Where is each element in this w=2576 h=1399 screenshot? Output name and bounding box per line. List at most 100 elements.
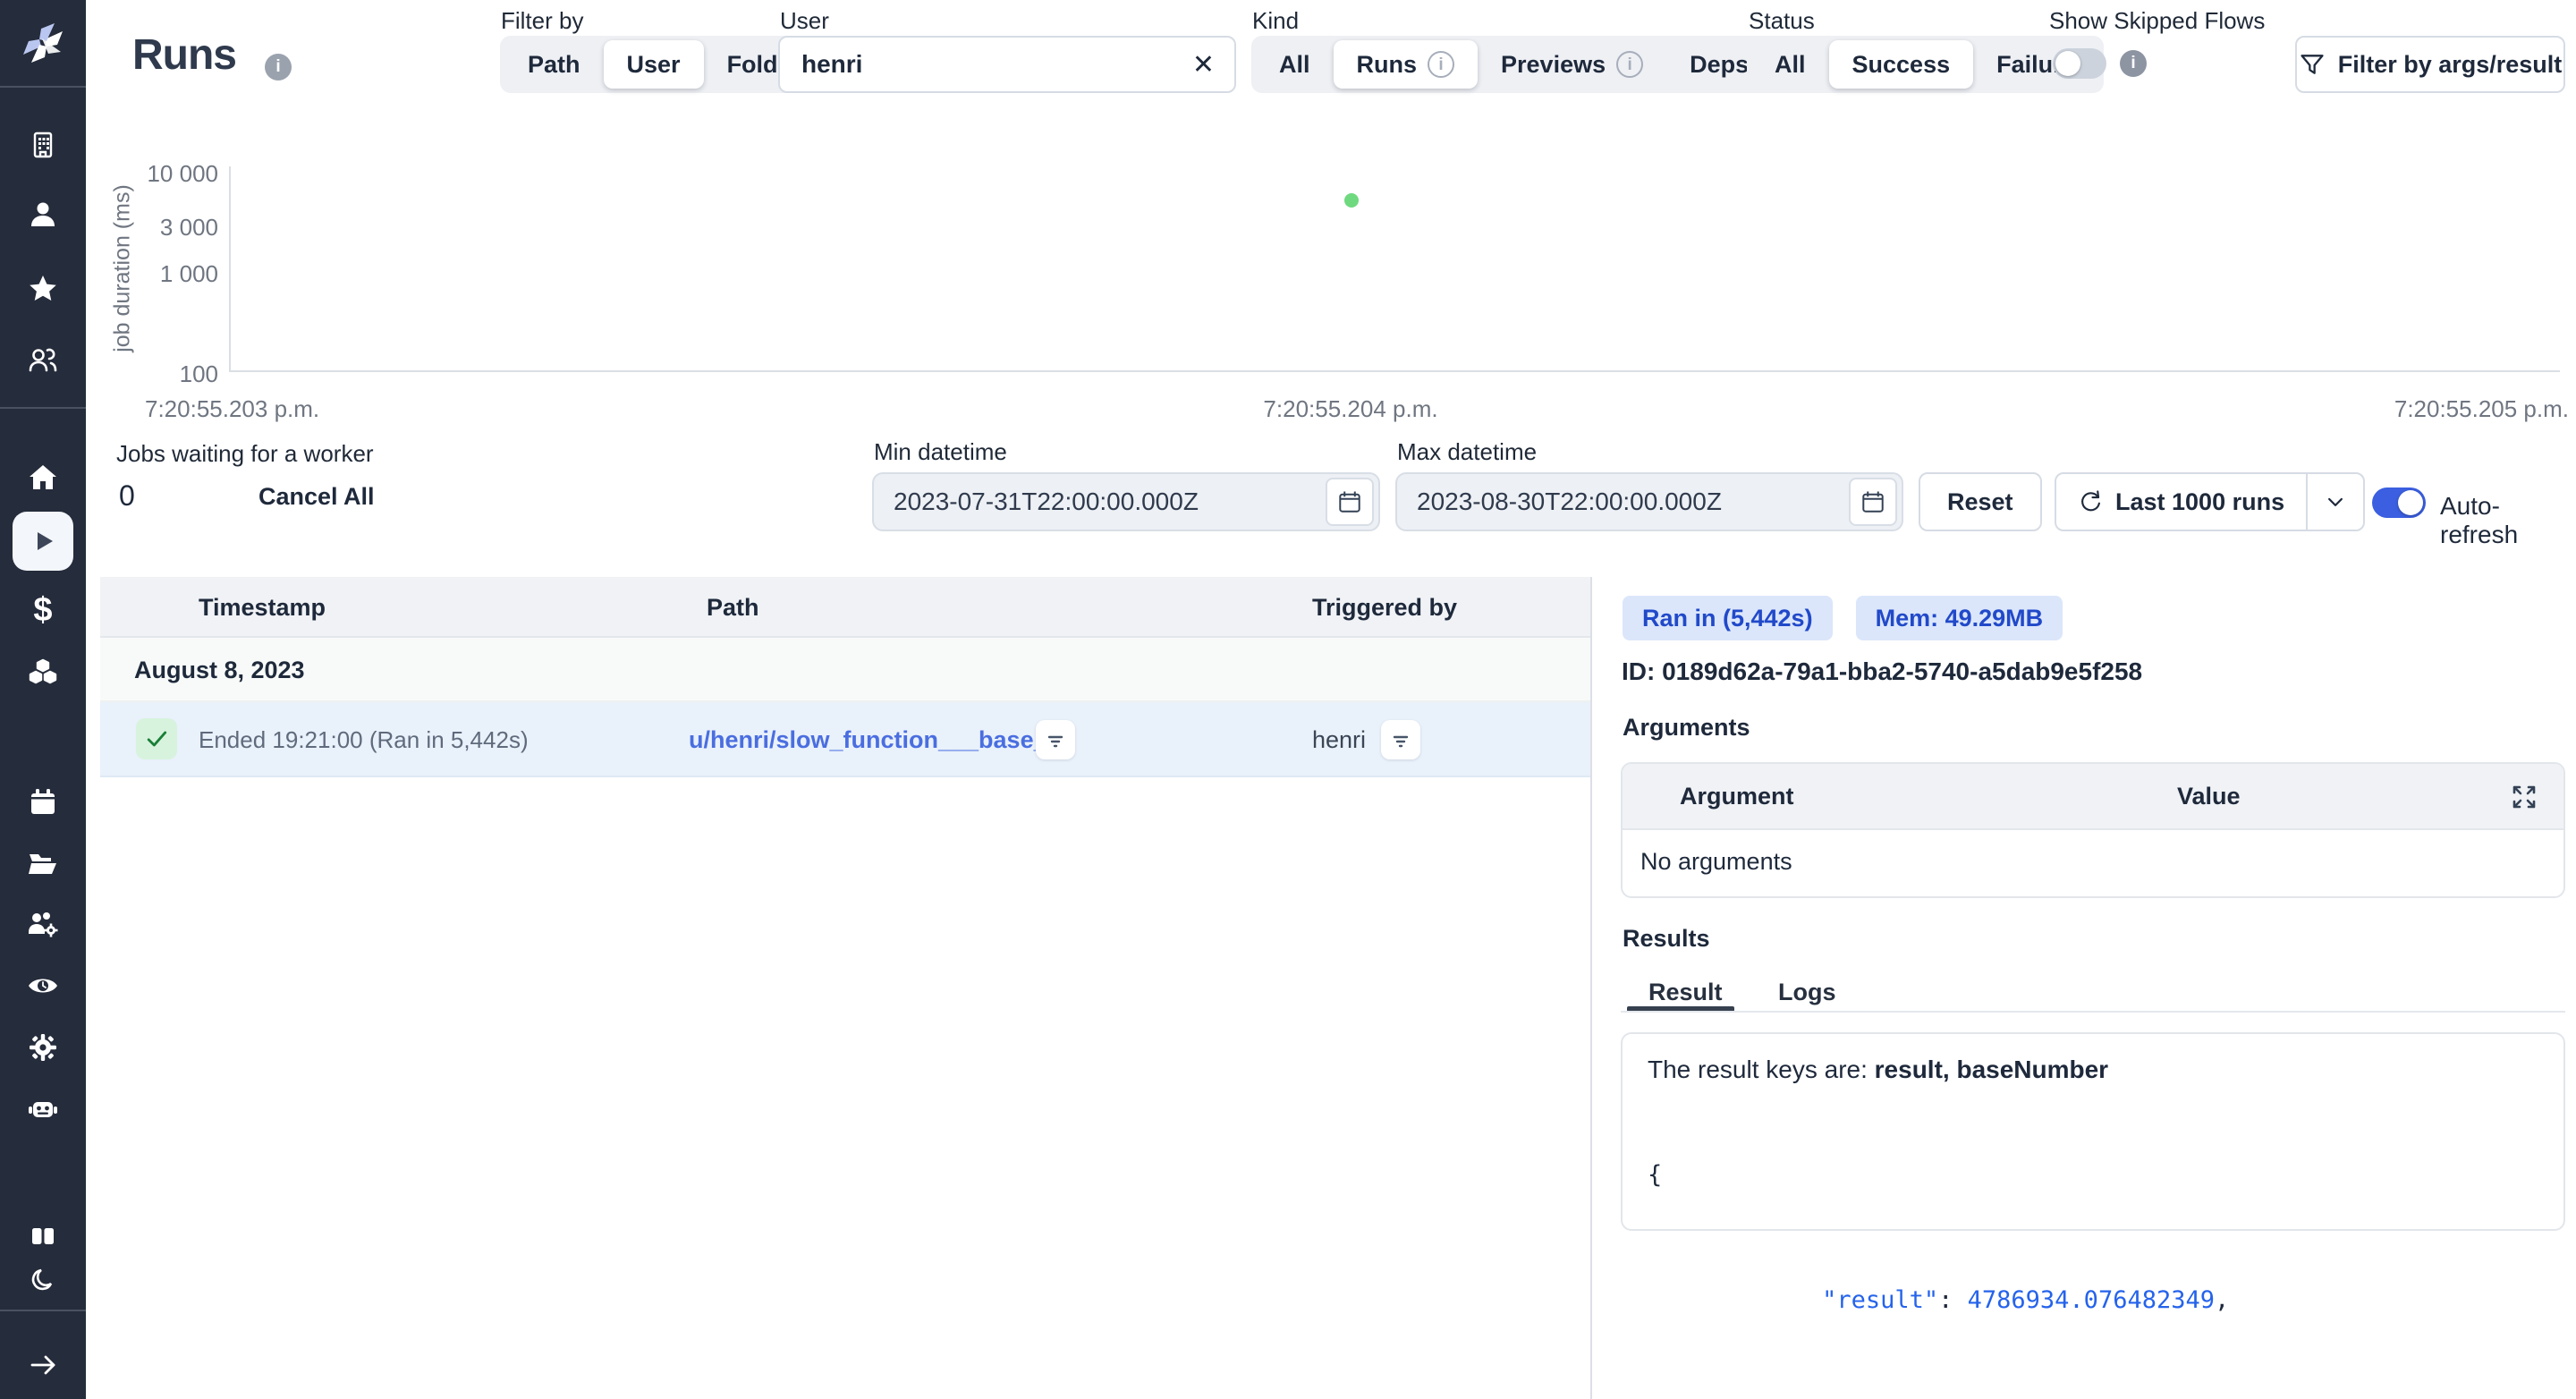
filter-lines-icon [1390,729,1411,750]
arrow-right-icon [28,1350,58,1380]
sidebar-item-docs[interactable] [0,1220,86,1252]
arrows-expand-icon [2509,782,2539,812]
group-date: August 8, 2023 [134,657,305,683]
chart-ytick: 1 000 [98,260,218,288]
moon-icon [29,1267,57,1295]
expand-button[interactable] [2506,779,2542,815]
chart-y-axis [229,166,231,372]
sidebar-item-audit-logs[interactable] [0,970,86,1002]
status-option-all[interactable]: All [1751,40,1829,89]
ran-in-badge: Ran in (5,442s) [1623,596,1833,640]
chart-xtick: 7:20:55.203 p.m. [145,395,319,423]
funnel-icon [2299,51,2326,78]
gear-icon [27,1031,59,1064]
person-icon [28,199,58,230]
status-label: Status [1749,7,1815,35]
table-header: Timestamp Path Triggered by [100,577,1590,638]
tab-logs[interactable]: Logs [1778,979,1836,1006]
min-datetime-input[interactable]: 2023-07-31T22:00:00.000Z [872,472,1380,531]
sidebar-item-schedules[interactable] [0,786,86,818]
eye-icon [26,969,60,1003]
sidebar-item-resources[interactable] [0,657,86,691]
sidebar-item-variables[interactable]: $ [0,592,86,628]
jobs-waiting-label: Jobs waiting for a worker [116,440,374,468]
calendar-picker-button[interactable] [1326,478,1374,526]
result-json: { "result": 4786934.076482349, "baseNumb… [1648,1097,2538,1399]
play-icon [28,526,58,556]
page-title: Runs [132,30,236,80]
cubes-icon [26,657,60,691]
sidebar-item-workers[interactable] [0,909,86,941]
sidebar-item-runs-active[interactable] [13,512,73,571]
min-datetime-label: Min datetime [874,438,1007,466]
sidebar: $ [0,0,86,1399]
book-icon [28,1221,58,1251]
kind-option-runs[interactable]: Runs i [1334,40,1479,89]
results-title: Results [1623,925,1710,953]
filter-by-label: Filter by [501,7,583,35]
filter-args-button[interactable]: Filter by args/result [2295,36,2565,93]
kind-option-previews[interactable]: Previews i [1478,40,1666,89]
home-icon [28,462,58,493]
path-filter-button[interactable] [1036,720,1075,759]
argument-column: Argument [1680,764,1794,828]
max-datetime-input[interactable]: 2023-08-30T22:00:00.000Z [1395,472,1903,531]
show-skipped-toggle[interactable] [2053,48,2106,79]
info-icon[interactable]: i [265,54,292,81]
filter-by-option-path[interactable]: Path [504,40,604,89]
sidebar-item-dark-mode[interactable] [0,1265,86,1297]
chevron-down-icon [2324,490,2347,513]
result-summary: The result keys are: result, baseNumber [1648,1056,2538,1084]
sidebar-item-ai[interactable] [0,1094,86,1126]
status-option-success[interactable]: Success [1829,40,1974,89]
calendar-icon [1860,489,1885,514]
windmill-logo-icon [20,19,66,65]
user-input[interactable]: henri ✕ [778,36,1236,93]
memory-badge: Mem: 49.29MB [1856,596,2063,640]
result-keys: result, baseNumber [1875,1056,2108,1083]
tabs-divider [1621,1011,2565,1013]
table-row[interactable]: Ended 19:21:00 (Ran in 5,442s) u/henri/s… [100,702,1590,777]
sidebar-item-groups[interactable] [0,344,86,377]
filter-args-button-label: Filter by args/result [2338,51,2563,79]
sidebar-item-folders[interactable] [0,847,86,879]
info-icon[interactable]: i [2120,50,2147,77]
calendar-picker-button[interactable] [1849,478,1897,526]
filter-by-option-user[interactable]: User [604,40,704,89]
chart-xtick: 7:20:55.204 p.m. [1263,395,1437,423]
jobs-waiting-count: 0 [119,479,135,513]
calendar-icon [28,787,58,818]
no-arguments-text: No arguments [1623,830,2563,876]
chart-ytick: 100 [98,360,218,388]
sidebar-item-favorites[interactable] [0,273,86,305]
reset-button[interactable]: Reset [1919,472,2042,531]
filter-lines-icon [1045,729,1066,750]
sidebar-divider [0,407,86,409]
kind-option-all[interactable]: All [1256,40,1334,89]
kind-segmented: All Runs i Previews i Deps i [1251,36,1814,93]
json-key: "result" [1764,1286,1938,1314]
kind-label: Kind [1252,7,1299,35]
clear-icon[interactable]: ✕ [1192,49,1215,81]
sidebar-item-logo[interactable] [0,16,86,68]
sidebar-expand-button[interactable] [0,1349,86,1381]
sidebar-item-workspace[interactable] [0,129,86,161]
sidebar-item-home[interactable] [0,462,86,494]
cancel-all-button[interactable]: Cancel All [258,483,375,511]
result-viewer: The result keys are: result, baseNumber … [1621,1032,2565,1231]
building-icon [28,130,58,160]
auto-refresh-toggle[interactable] [2372,488,2426,518]
run-path-link[interactable]: u/henri/slow_function___base_11 [689,702,1072,777]
chart-data-point-success[interactable] [1344,193,1359,208]
arguments-title: Arguments [1623,714,1750,742]
refresh-icon [2078,489,2103,514]
sidebar-item-settings[interactable] [0,1031,86,1064]
check-icon [143,725,170,752]
tab-result[interactable]: Result [1648,979,1723,1006]
triggered-by-filter-button[interactable] [1381,720,1420,759]
sidebar-item-user[interactable] [0,199,86,231]
folder-icon [27,847,59,879]
last-runs-button[interactable]: Last 1000 runs [2055,472,2365,531]
sidebar-divider [0,86,86,88]
last-runs-dropdown[interactable] [2306,473,2363,530]
